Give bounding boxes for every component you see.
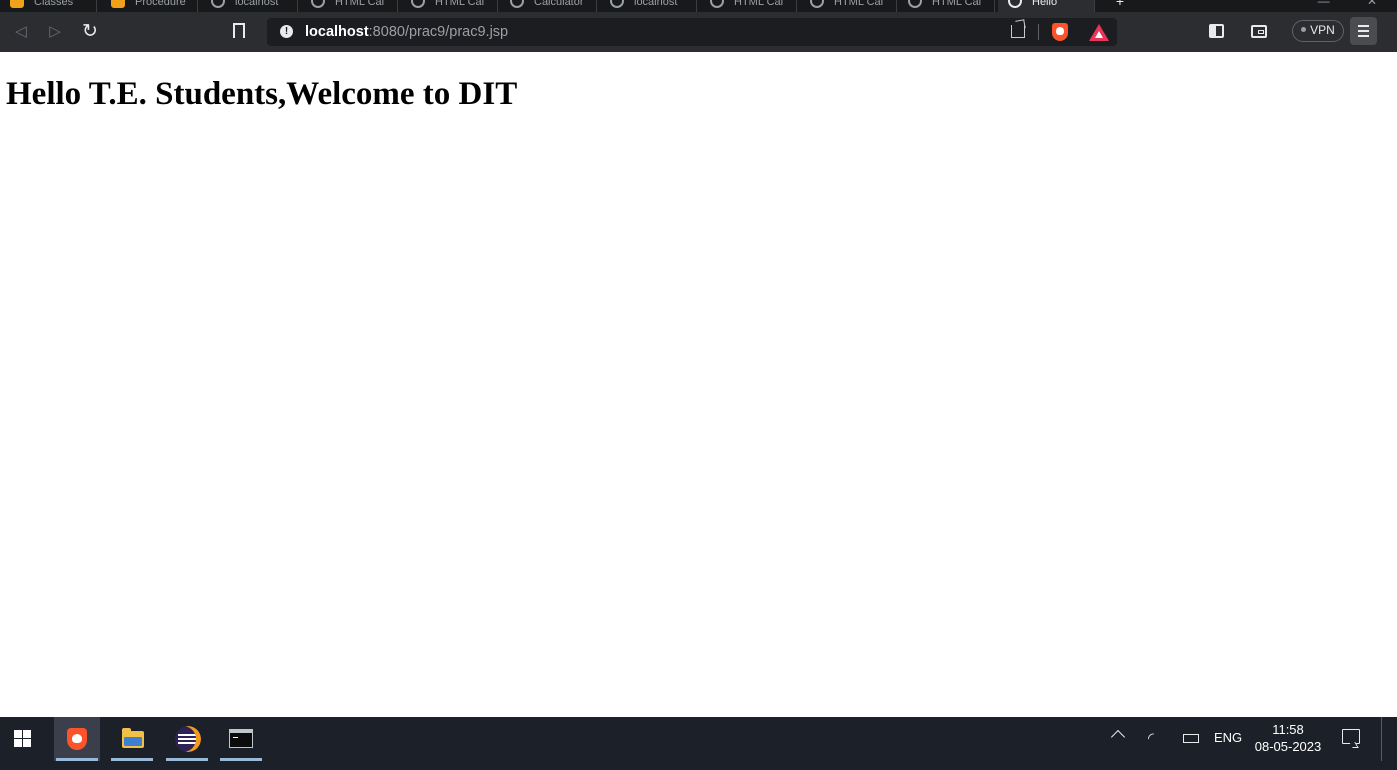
share-icon[interactable] — [1011, 25, 1025, 38]
globe-icon — [810, 0, 824, 8]
tab-label: localhost — [235, 0, 279, 8]
start-pane — [14, 730, 22, 738]
globe-icon — [510, 0, 524, 8]
tab-label: Hello — [1032, 0, 1058, 8]
tab-label: Calculator — [534, 0, 584, 8]
notification-icon[interactable] — [1342, 729, 1360, 744]
globe-icon — [211, 0, 225, 8]
globe-icon — [311, 0, 325, 8]
tab-strip: Classes Procedure localhost HTML Cal HTML Ca… — [0, 0, 1397, 12]
window-controls: — ✕ — [1284, 0, 1377, 10]
vpn-button[interactable]: VPN — [1292, 20, 1344, 42]
language-indicator[interactable]: ENG — [1214, 730, 1242, 745]
browser-tab[interactable]: HTML Cal — [301, 0, 398, 12]
running-indicator — [220, 758, 262, 761]
globe-icon — [1008, 0, 1022, 8]
battery-icon[interactable] — [1183, 734, 1199, 743]
reload-button[interactable]: ↻ — [78, 20, 102, 44]
browser-tab[interactable]: localhost — [201, 0, 298, 12]
menu-line-icon — [1358, 35, 1369, 37]
terminal-icon — [229, 729, 253, 748]
running-indicator — [166, 758, 208, 761]
back-button[interactable]: ◁ — [9, 20, 33, 44]
sidebar-toggle-icon[interactable] — [1209, 24, 1224, 38]
orange-app-icon — [111, 0, 125, 8]
globe-icon — [610, 0, 624, 8]
url-path: :8080/prac9/prac9.jsp — [368, 24, 509, 40]
clock[interactable]: 11:58 08-05-2023 — [1252, 721, 1324, 755]
address-bar[interactable]: ! localhost:8080/prac9/prac9.jsp — [267, 18, 1117, 46]
browser-tab[interactable]: Classes — [0, 0, 97, 12]
running-indicator — [56, 758, 98, 761]
start-pane — [23, 739, 31, 747]
bookmark-icon[interactable] — [233, 23, 245, 38]
browser-tab[interactable]: Procedure — [101, 0, 198, 12]
minimize-icon[interactable]: — — [1318, 0, 1330, 8]
browser-tab[interactable]: HTML Cal — [898, 0, 995, 12]
brave-icon[interactable] — [54, 717, 100, 761]
folder-icon — [122, 728, 144, 748]
tab-label: Classes — [34, 0, 74, 8]
brave-shields-icon[interactable] — [1052, 23, 1068, 41]
file-explorer-icon[interactable] — [109, 717, 155, 761]
clock-date: 08-05-2023 — [1254, 739, 1322, 754]
globe-icon — [710, 0, 724, 8]
globe-icon — [908, 0, 922, 8]
brave-lion-icon — [67, 728, 87, 750]
wallet-icon[interactable] — [1251, 25, 1267, 38]
tab-label: HTML Cal — [734, 0, 784, 8]
page-content: Hello T.E. Students,Welcome to DIT — [0, 52, 1397, 717]
tab-label: HTML Cal — [335, 0, 385, 8]
show-desktop-button[interactable] — [1381, 717, 1386, 761]
globe-icon — [411, 0, 425, 8]
forward-button[interactable]: ▷ — [43, 20, 67, 44]
clock-time: 11:58 — [1272, 722, 1304, 737]
tab-label: HTML Cal — [932, 0, 982, 8]
start-pane — [14, 739, 22, 747]
command-prompt-icon[interactable] — [218, 717, 264, 761]
browser-toolbar: ◁ ▷ ↻ ! localhost:8080/prac9/prac9.jsp V… — [0, 12, 1397, 52]
page-heading: Hello T.E. Students,Welcome to DIT — [6, 76, 518, 112]
running-indicator — [111, 758, 153, 761]
menu-line-icon — [1358, 30, 1369, 32]
browser-tab[interactable]: Calculator — [500, 0, 597, 12]
tab-label: HTML Cal — [834, 0, 884, 8]
site-info-icon[interactable]: ! — [280, 25, 293, 38]
address-bar-divider — [1038, 24, 1039, 40]
start-pane — [23, 730, 31, 738]
windows-taskbar: ◜ ENG 11:58 08-05-2023 — [0, 717, 1397, 770]
browser-tab[interactable]: HTML Cal — [401, 0, 498, 12]
vpn-status-dot — [1301, 27, 1307, 33]
brave-rewards-icon[interactable] — [1089, 24, 1109, 41]
browser-tab[interactable]: HTML Cal — [800, 0, 897, 12]
url-text[interactable]: localhost:8080/prac9/prac9.jsp — [305, 18, 508, 46]
browser-tab[interactable]: localhost — [600, 0, 697, 12]
windows-start-icon[interactable] — [0, 717, 46, 761]
eclipse-icon[interactable] — [164, 717, 210, 761]
tab-label: localhost — [634, 0, 678, 8]
browser-chrome: Classes Procedure localhost HTML Cal HTML Ca… — [0, 0, 1397, 52]
browser-tab[interactable]: Hello — [998, 0, 1095, 12]
browser-tab[interactable]: HTML Cal — [700, 0, 797, 12]
eclipse-logo-icon — [175, 726, 201, 752]
tab-label: HTML Cal — [435, 0, 485, 8]
orange-app-icon — [10, 0, 24, 8]
chevron-up-icon[interactable] — [1110, 729, 1126, 745]
menu-line-icon — [1358, 25, 1369, 27]
close-icon[interactable]: ✕ — [1367, 0, 1377, 8]
new-tab-button[interactable]: + — [1112, 0, 1128, 10]
menu-button[interactable] — [1350, 17, 1377, 45]
wifi-icon[interactable]: ◜ — [1148, 729, 1154, 747]
url-host: localhost — [305, 24, 369, 40]
vpn-label: VPN — [1310, 23, 1335, 37]
tab-label: Procedure — [135, 0, 186, 8]
